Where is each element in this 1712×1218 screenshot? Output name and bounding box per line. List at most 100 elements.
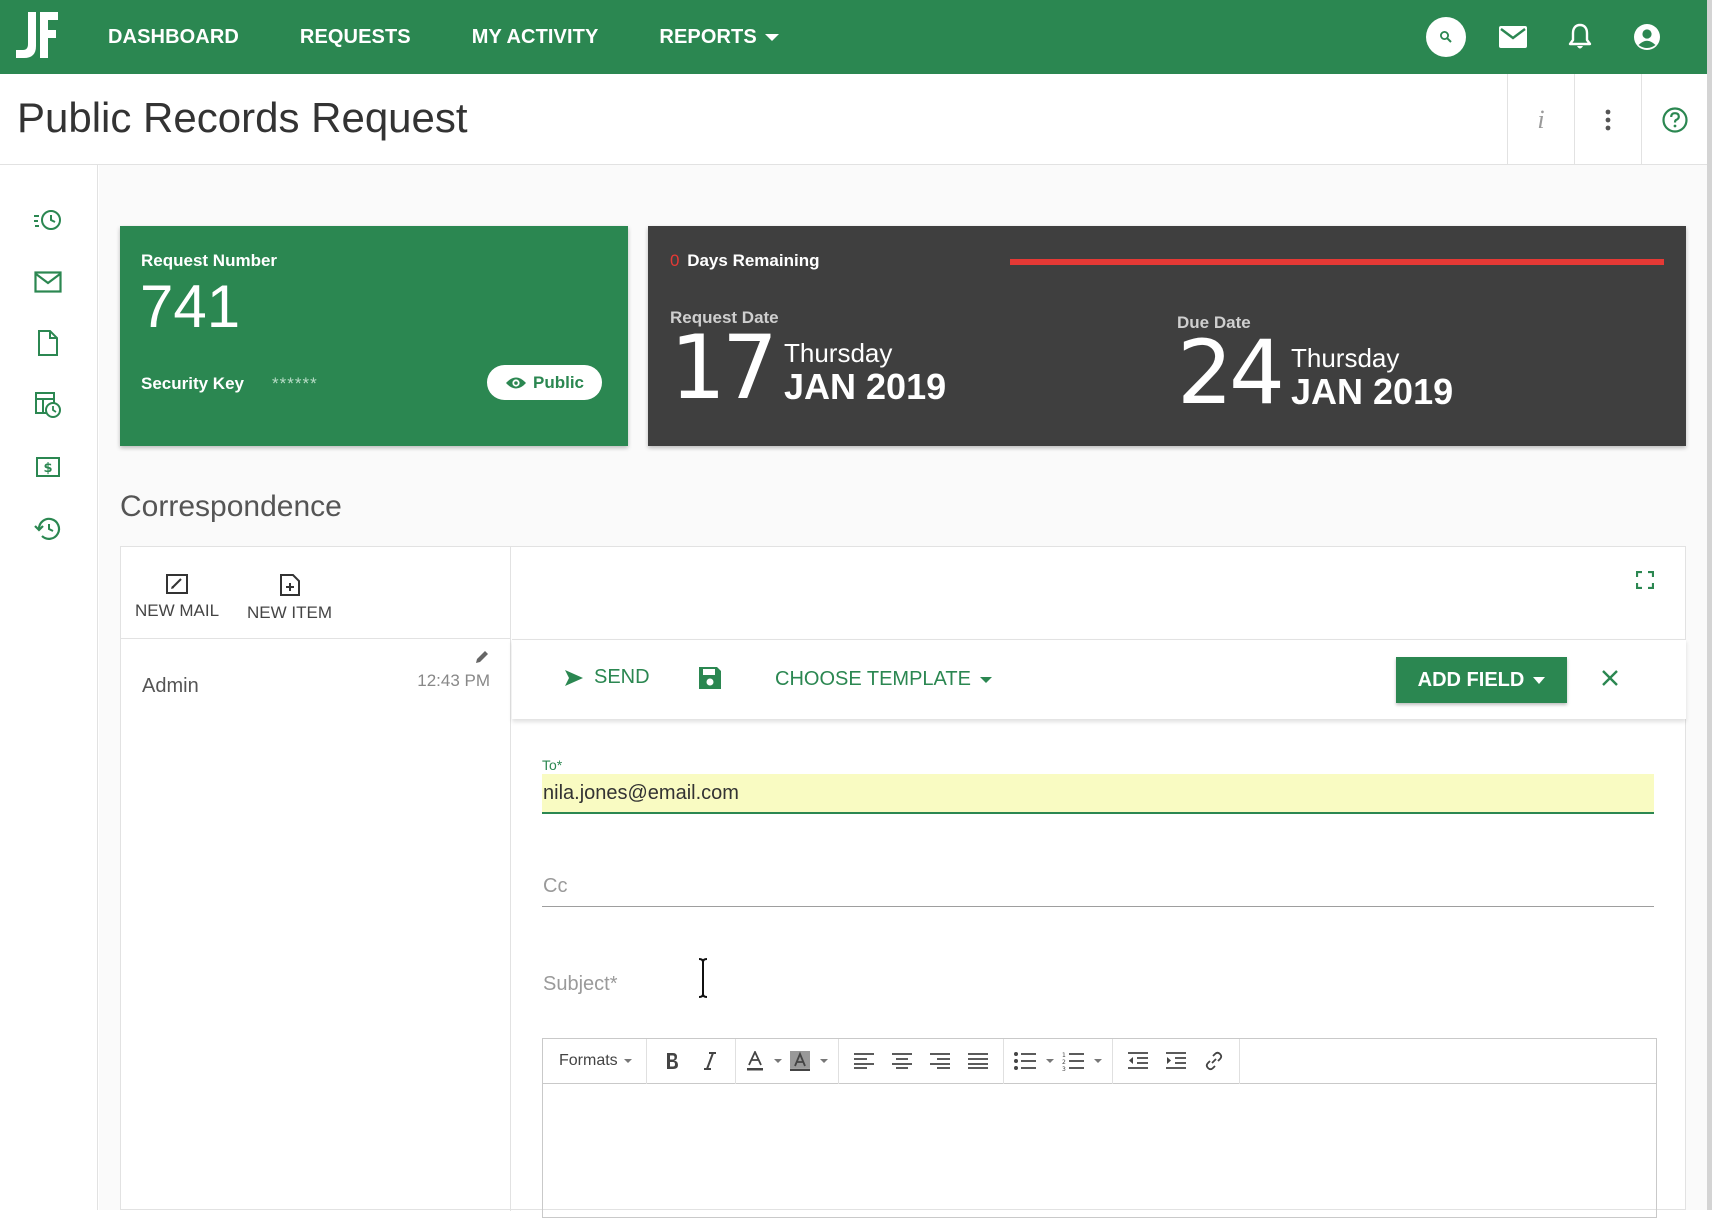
document-icon: [38, 330, 58, 356]
security-key-label: Security Key: [141, 374, 244, 393]
italic-button[interactable]: [695, 1045, 725, 1077]
history-list-icon: [34, 210, 61, 230]
bold-button[interactable]: [657, 1045, 687, 1077]
insert-link-button[interactable]: [1199, 1045, 1229, 1077]
request-number-label: Request Number: [141, 251, 278, 270]
chevron-down-icon: [773, 1059, 782, 1063]
days-remaining: 0 Days Remaining: [670, 251, 819, 271]
account-button[interactable]: [1627, 17, 1667, 57]
correspondence-heading: Correspondence: [120, 490, 342, 523]
dollar-icon: $: [36, 457, 60, 477]
rail-tasks[interactable]: [33, 390, 63, 420]
editor-color-group: [736, 1038, 839, 1084]
rail-documents[interactable]: [33, 328, 63, 358]
rail-invoices[interactable]: $: [33, 452, 63, 482]
indent-icon: [1165, 1052, 1186, 1069]
help-button[interactable]: [1641, 74, 1707, 165]
align-center-button[interactable]: [887, 1045, 917, 1077]
more-options-button[interactable]: [1574, 74, 1641, 165]
new-mail-label: NEW MAIL: [135, 601, 220, 620]
request-number: 741: [140, 273, 241, 340]
indent-button[interactable]: [1161, 1045, 1191, 1077]
nav-reports[interactable]: REPORTS: [659, 26, 779, 49]
eye-icon: [505, 377, 526, 388]
mail-button[interactable]: [1493, 17, 1533, 57]
chevron-down-icon: [1045, 1059, 1054, 1063]
rail-timeline[interactable]: [33, 205, 63, 235]
save-icon: [699, 667, 721, 689]
numbered-list-button[interactable]: 123: [1062, 1045, 1102, 1077]
more-vert-icon: [1605, 109, 1611, 130]
italic-icon: [703, 1052, 716, 1070]
days-remaining-count: 0: [670, 251, 680, 270]
align-right-button[interactable]: [925, 1045, 955, 1077]
editor-body[interactable]: [543, 1084, 1656, 1217]
table-clock-icon: [35, 392, 61, 418]
compose-toolbar: SEND CHOOSE TEMPLATE ADD FIELD: [512, 639, 1686, 719]
rail-correspondence[interactable]: [33, 267, 63, 297]
compose-pane: SEND CHOOSE TEMPLATE ADD FIELD To* nila.…: [512, 547, 1686, 1218]
nav-my-activity[interactable]: MY ACTIVITY: [472, 26, 599, 49]
fullscreen-icon: [1636, 571, 1654, 589]
to-input[interactable]: [542, 774, 1654, 814]
align-justify-icon: [967, 1053, 988, 1069]
new-item-button[interactable]: NEW ITEM: [247, 573, 332, 623]
chevron-down-icon: [623, 1059, 632, 1063]
request-date-day: 17: [670, 316, 778, 419]
restore-icon: [34, 517, 61, 540]
fullscreen-button[interactable]: [1636, 571, 1654, 589]
align-center-icon: [891, 1053, 912, 1069]
dates-card: 0 Days Remaining Request Date 17 Thursda…: [648, 226, 1686, 446]
formats-dropdown[interactable]: Formats: [551, 1052, 640, 1070]
rail-history[interactable]: [33, 514, 63, 544]
search-button[interactable]: [1426, 17, 1466, 57]
add-field-label: ADD FIELD: [1417, 668, 1525, 691]
chevron-down-icon: [1093, 1059, 1102, 1063]
bullet-list-button[interactable]: [1013, 1045, 1054, 1077]
background-color-button[interactable]: [789, 1045, 828, 1077]
rich-text-editor: Formats 1 2 3: [542, 1038, 1657, 1218]
page-scrollbar[interactable]: [1707, 0, 1712, 1210]
choose-template-label: CHOOSE TEMPLATE: [775, 668, 971, 690]
svg-text:1: 1: [1062, 1052, 1066, 1059]
title-bar: Public Records Request i: [0, 74, 1707, 165]
nav-requests[interactable]: REQUESTS: [300, 26, 411, 49]
align-justify-button[interactable]: [963, 1045, 993, 1077]
message-sender: Admin: [142, 675, 199, 697]
nav-requests-label: REQUESTS: [299, 25, 411, 48]
edit-square-icon: [166, 574, 189, 594]
notifications-button[interactable]: [1560, 17, 1600, 57]
svg-text:$: $: [43, 461, 52, 476]
main-nav: DASHBOARD REQUESTS MY ACTIVITY REPORTS: [108, 0, 840, 74]
visibility-toggle-button[interactable]: Public: [487, 365, 602, 400]
outdent-button[interactable]: [1123, 1045, 1153, 1077]
editor-style-group: [647, 1038, 736, 1084]
days-remaining-label: Days Remaining: [687, 251, 820, 270]
add-item-icon: [279, 574, 300, 596]
due-date: Due Date 24 Thursday JAN 2019: [1177, 313, 1597, 433]
account-icon: [1634, 24, 1660, 50]
page-title: Public Records Request: [17, 94, 468, 141]
add-field-button[interactable]: ADD FIELD: [1396, 657, 1567, 703]
logo-icon[interactable]: [12, 8, 60, 62]
choose-template-dropdown[interactable]: CHOOSE TEMPLATE: [775, 668, 992, 691]
to-label: To*: [542, 757, 563, 773]
svg-text:3: 3: [1062, 1066, 1066, 1071]
align-left-button[interactable]: [849, 1045, 879, 1077]
send-button[interactable]: SEND: [564, 666, 650, 689]
link-icon: [1205, 1051, 1222, 1071]
editor-align-group: [839, 1038, 1004, 1084]
message-toolbar: NEW MAIL NEW ITEM: [121, 547, 511, 639]
editor-list-group: 123: [1004, 1038, 1113, 1084]
font-color-button[interactable]: [746, 1045, 782, 1077]
mail-icon: [34, 271, 62, 293]
nav-dashboard[interactable]: DASHBOARD: [108, 26, 239, 49]
info-button[interactable]: i: [1507, 74, 1574, 165]
save-draft-button[interactable]: [698, 666, 722, 690]
title-actions: i: [1507, 74, 1707, 165]
bullet-list-icon: [1013, 1052, 1036, 1070]
new-mail-button[interactable]: NEW MAIL: [135, 573, 219, 621]
cc-input[interactable]: [542, 867, 1654, 907]
close-compose-button[interactable]: [1600, 668, 1620, 688]
list-item[interactable]: Admin 12:43 PM: [121, 639, 511, 729]
